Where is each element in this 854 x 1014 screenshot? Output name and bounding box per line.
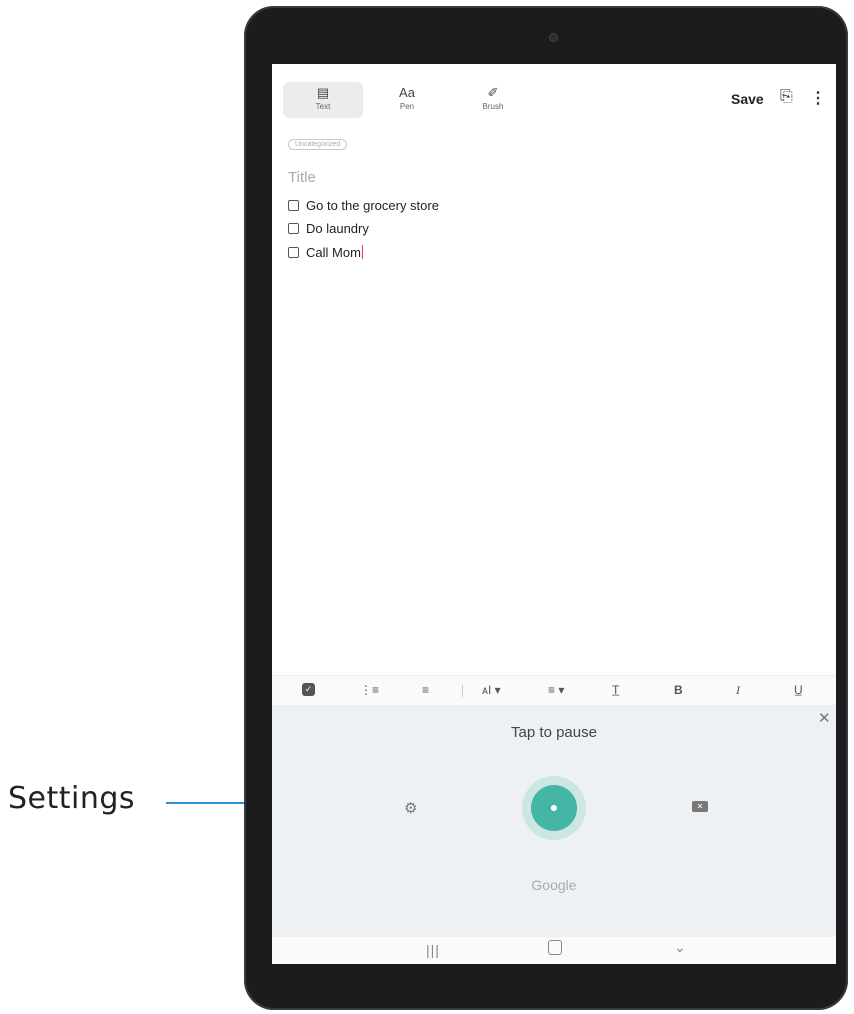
pen-icon: Aa — [399, 85, 415, 100]
checkbox-icon[interactable]: ✓ — [302, 683, 315, 696]
note-toolbar: ▤ Text Aa Pen ✐ Brush Save ⎘ ⋮ — [272, 64, 836, 126]
checklist-item-text: Go to the grocery store — [306, 198, 439, 213]
format-toolbar: ✓ ⋮≡ ≡ ᴀI ▾ ≡ ▾ T̲ B I U̲ — [272, 675, 836, 706]
checkbox-icon[interactable] — [288, 247, 299, 258]
camera-icon — [550, 34, 557, 41]
text-color-icon[interactable]: T̲ — [612, 683, 619, 697]
gear-icon[interactable]: ⚙ — [404, 799, 417, 817]
bold-icon[interactable]: B — [674, 683, 683, 697]
category-chip[interactable]: Uncategorized — [288, 139, 348, 150]
underline-icon[interactable]: U̲ — [794, 683, 803, 697]
brush-icon: ✐ — [487, 85, 499, 100]
italic-icon[interactable]: I — [736, 683, 740, 698]
checklist-item-text: Call Mom — [306, 245, 361, 260]
checklist-item[interactable]: Call Mom — [288, 245, 363, 260]
voice-status[interactable]: Tap to pause — [272, 724, 836, 741]
checklist-item[interactable]: Do laundry — [288, 221, 369, 236]
text-mode-button[interactable]: ▤ Text — [283, 82, 363, 118]
checkbox-icon[interactable] — [288, 223, 299, 234]
google-label: Google — [531, 877, 577, 893]
pen-mode-button[interactable]: Aa Pen — [367, 82, 447, 118]
brush-mode-label: Brush — [482, 102, 504, 111]
format-divider — [462, 685, 463, 697]
align-icon[interactable]: ≡ ▾ — [548, 683, 564, 697]
bulleted-list-icon[interactable]: ≡ — [422, 683, 429, 697]
title-field[interactable]: Title — [288, 169, 316, 186]
backspace-icon[interactable]: ✕ — [692, 801, 708, 812]
pen-mode-label: Pen — [399, 102, 415, 111]
recents-icon[interactable]: ||| — [426, 942, 440, 958]
checklist-item-text: Do laundry — [306, 221, 369, 236]
numbered-list-icon[interactable]: ⋮≡ — [360, 683, 379, 697]
home-icon[interactable] — [548, 940, 562, 955]
back-icon[interactable]: ⌄ — [674, 939, 686, 956]
brush-mode-button[interactable]: ✐ Brush — [453, 82, 533, 118]
keyboard-icon: ▤ — [316, 85, 330, 100]
paperclip-icon[interactable]: ⎘ — [780, 88, 793, 106]
checklist-item[interactable]: Go to the grocery store — [288, 198, 439, 213]
checkbox-icon[interactable] — [288, 200, 299, 211]
text-mode-label: Text — [315, 102, 331, 111]
callout-label: Settings — [8, 781, 136, 816]
system-nav-bar: ||| ⌄ — [272, 937, 836, 964]
more-vertical-icon[interactable]: ⋮ — [810, 88, 826, 108]
font-size-icon[interactable]: ᴀI ▾ — [482, 683, 501, 697]
screen: ▤ Text Aa Pen ✐ Brush Save ⎘ ⋮ Uncategor… — [272, 64, 836, 964]
microphone-icon[interactable]: ● — [531, 799, 577, 815]
text-cursor — [361, 245, 363, 259]
voice-input-panel: ✕ Tap to pause ⚙ ● ✕ Google — [272, 705, 836, 937]
save-button[interactable]: Save — [731, 91, 764, 107]
